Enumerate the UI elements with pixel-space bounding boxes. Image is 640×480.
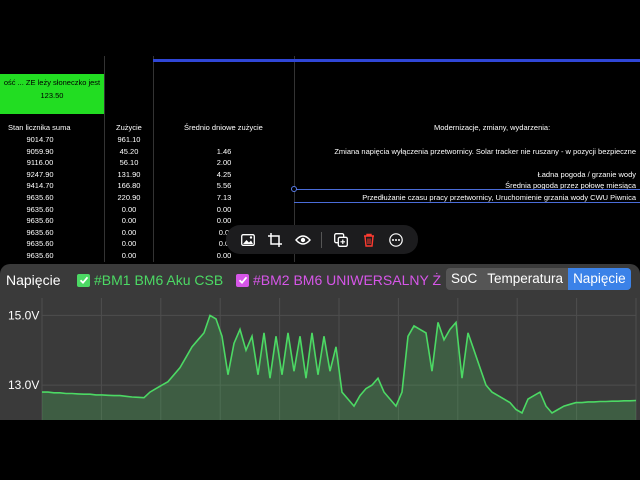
more-icon[interactable] [387, 231, 405, 249]
cell-usage[interactable]: 45.20 [104, 146, 154, 157]
checkbox-checked-icon[interactable] [236, 273, 249, 287]
table-row[interactable]: 9059.90 45.20 1.46 Zmiana napięcia wyłączen… [0, 146, 640, 157]
tab-napiecie[interactable]: Napięcie [568, 268, 631, 290]
highlighted-cell-text: ość ... ZE leży słoneczko jest [3, 78, 101, 87]
image-icon[interactable] [239, 231, 257, 249]
cell-daily-avg[interactable]: 0.00 [196, 204, 252, 215]
eye-icon[interactable] [294, 231, 312, 249]
legend-item-bm1[interactable]: #BM1 BM6 Aku CSB [77, 272, 223, 288]
cell-meter-total[interactable]: 9059.90 [10, 146, 70, 157]
cell-daily-avg[interactable]: 5.56 [196, 180, 252, 191]
cell-usage[interactable]: 0.00 [104, 227, 154, 238]
checkbox-checked-icon[interactable] [77, 273, 90, 287]
crop-icon[interactable] [266, 231, 284, 249]
cell-event[interactable]: Ładna pogoda / grzanie wody [296, 169, 636, 180]
cell-usage[interactable]: 961.10 [104, 134, 154, 145]
cell-usage[interactable]: 220.90 [104, 192, 154, 203]
panel-title: Napięcie [6, 272, 61, 288]
table-row[interactable]: 9116.00 56.10 2.00 [0, 157, 640, 168]
cell-meter-total[interactable]: 9635.60 [10, 227, 70, 238]
highlighted-cell-value: 123.50 [40, 91, 64, 100]
cell-meter-total[interactable]: 9635.60 [10, 238, 70, 249]
cell-meter-total[interactable]: 9414.70 [10, 180, 70, 191]
duplicate-icon[interactable] [332, 231, 350, 249]
header-daily-avg: Średnio dniowe zużycie [184, 123, 263, 132]
floating-toolbar [226, 225, 418, 254]
selection-border-top [294, 189, 640, 190]
cell-meter-total[interactable]: 9635.60 [10, 215, 70, 226]
header-events: Modernizacje, zmiany, wydarzenia: [434, 123, 551, 132]
y-tick-label: 15.0V [8, 308, 39, 322]
column-highlight-bar [153, 59, 640, 62]
bottom-area [0, 420, 640, 480]
cell-meter-total[interactable]: 9014.70 [10, 134, 70, 145]
cell-usage[interactable]: 0.00 [104, 215, 154, 226]
cell-event[interactable]: Zmiana napięcia wyłączenia przetwornicy.… [296, 146, 636, 157]
header-usage: Zużycie [116, 123, 142, 132]
cell-meter-total[interactable]: 9635.60 [10, 192, 70, 203]
cell-daily-avg[interactable]: 7.13 [196, 192, 252, 203]
metric-segmented-control: SoC Temperatura Napięcie [446, 268, 631, 290]
cell-usage[interactable]: 166.80 [104, 180, 154, 191]
cell-daily-avg[interactable]: 2.00 [196, 157, 252, 168]
cell-usage[interactable]: 131.90 [104, 169, 154, 180]
y-tick-label: 13.0V [8, 378, 39, 392]
header-meter-total: Stan licznika suma [8, 123, 71, 132]
trash-icon[interactable] [360, 231, 378, 249]
toolbar-separator [321, 231, 323, 248]
table-row[interactable]: 9014.70 961.10 [0, 134, 640, 145]
cell-usage[interactable]: 56.10 [104, 157, 154, 168]
legend-label-bm1: #BM1 BM6 Aku CSB [94, 272, 224, 288]
table-row[interactable]: 9414.70 166.80 5.56 Średnia pogoda przez po… [0, 180, 640, 191]
cell-meter-total[interactable]: 9116.00 [10, 157, 70, 168]
cell-usage[interactable]: 0.00 [104, 204, 154, 215]
voltage-chart[interactable]: 15.0V 13.0V [0, 294, 640, 420]
cell-usage[interactable]: 0.00 [104, 250, 154, 261]
cell-usage[interactable]: 0.00 [104, 238, 154, 249]
tab-temperatura[interactable]: Temperatura [482, 268, 568, 290]
legend-label-bm2: #BM2 BM6 UNIWERSALNY Ż [253, 272, 442, 288]
selection-border-bottom [294, 202, 640, 203]
highlighted-cell[interactable]: ość ... ZE leży słoneczko jest 123.50 [0, 74, 104, 114]
table-row[interactable]: 9247.90 131.90 4.25 Ładna pogoda / grzanie … [0, 169, 640, 180]
cell-daily-avg[interactable]: 1.46 [196, 146, 252, 157]
cell-meter-total[interactable]: 9635.60 [10, 204, 70, 215]
selection-handle[interactable] [291, 186, 297, 192]
table-row[interactable]: 9635.60 0.00 0.00 [0, 204, 640, 215]
chart-panel: Napięcie #BM1 BM6 Aku CSB #BM2 BM6 UNIWE… [0, 264, 640, 420]
cell-meter-total[interactable]: 9247.90 [10, 169, 70, 180]
tab-soc[interactable]: SoC [446, 268, 482, 290]
cell-daily-avg[interactable]: 4.25 [196, 169, 252, 180]
legend-item-bm2[interactable]: #BM2 BM6 UNIWERSALNY Ż [236, 272, 441, 288]
cell-meter-total[interactable]: 9635.60 [10, 250, 70, 261]
